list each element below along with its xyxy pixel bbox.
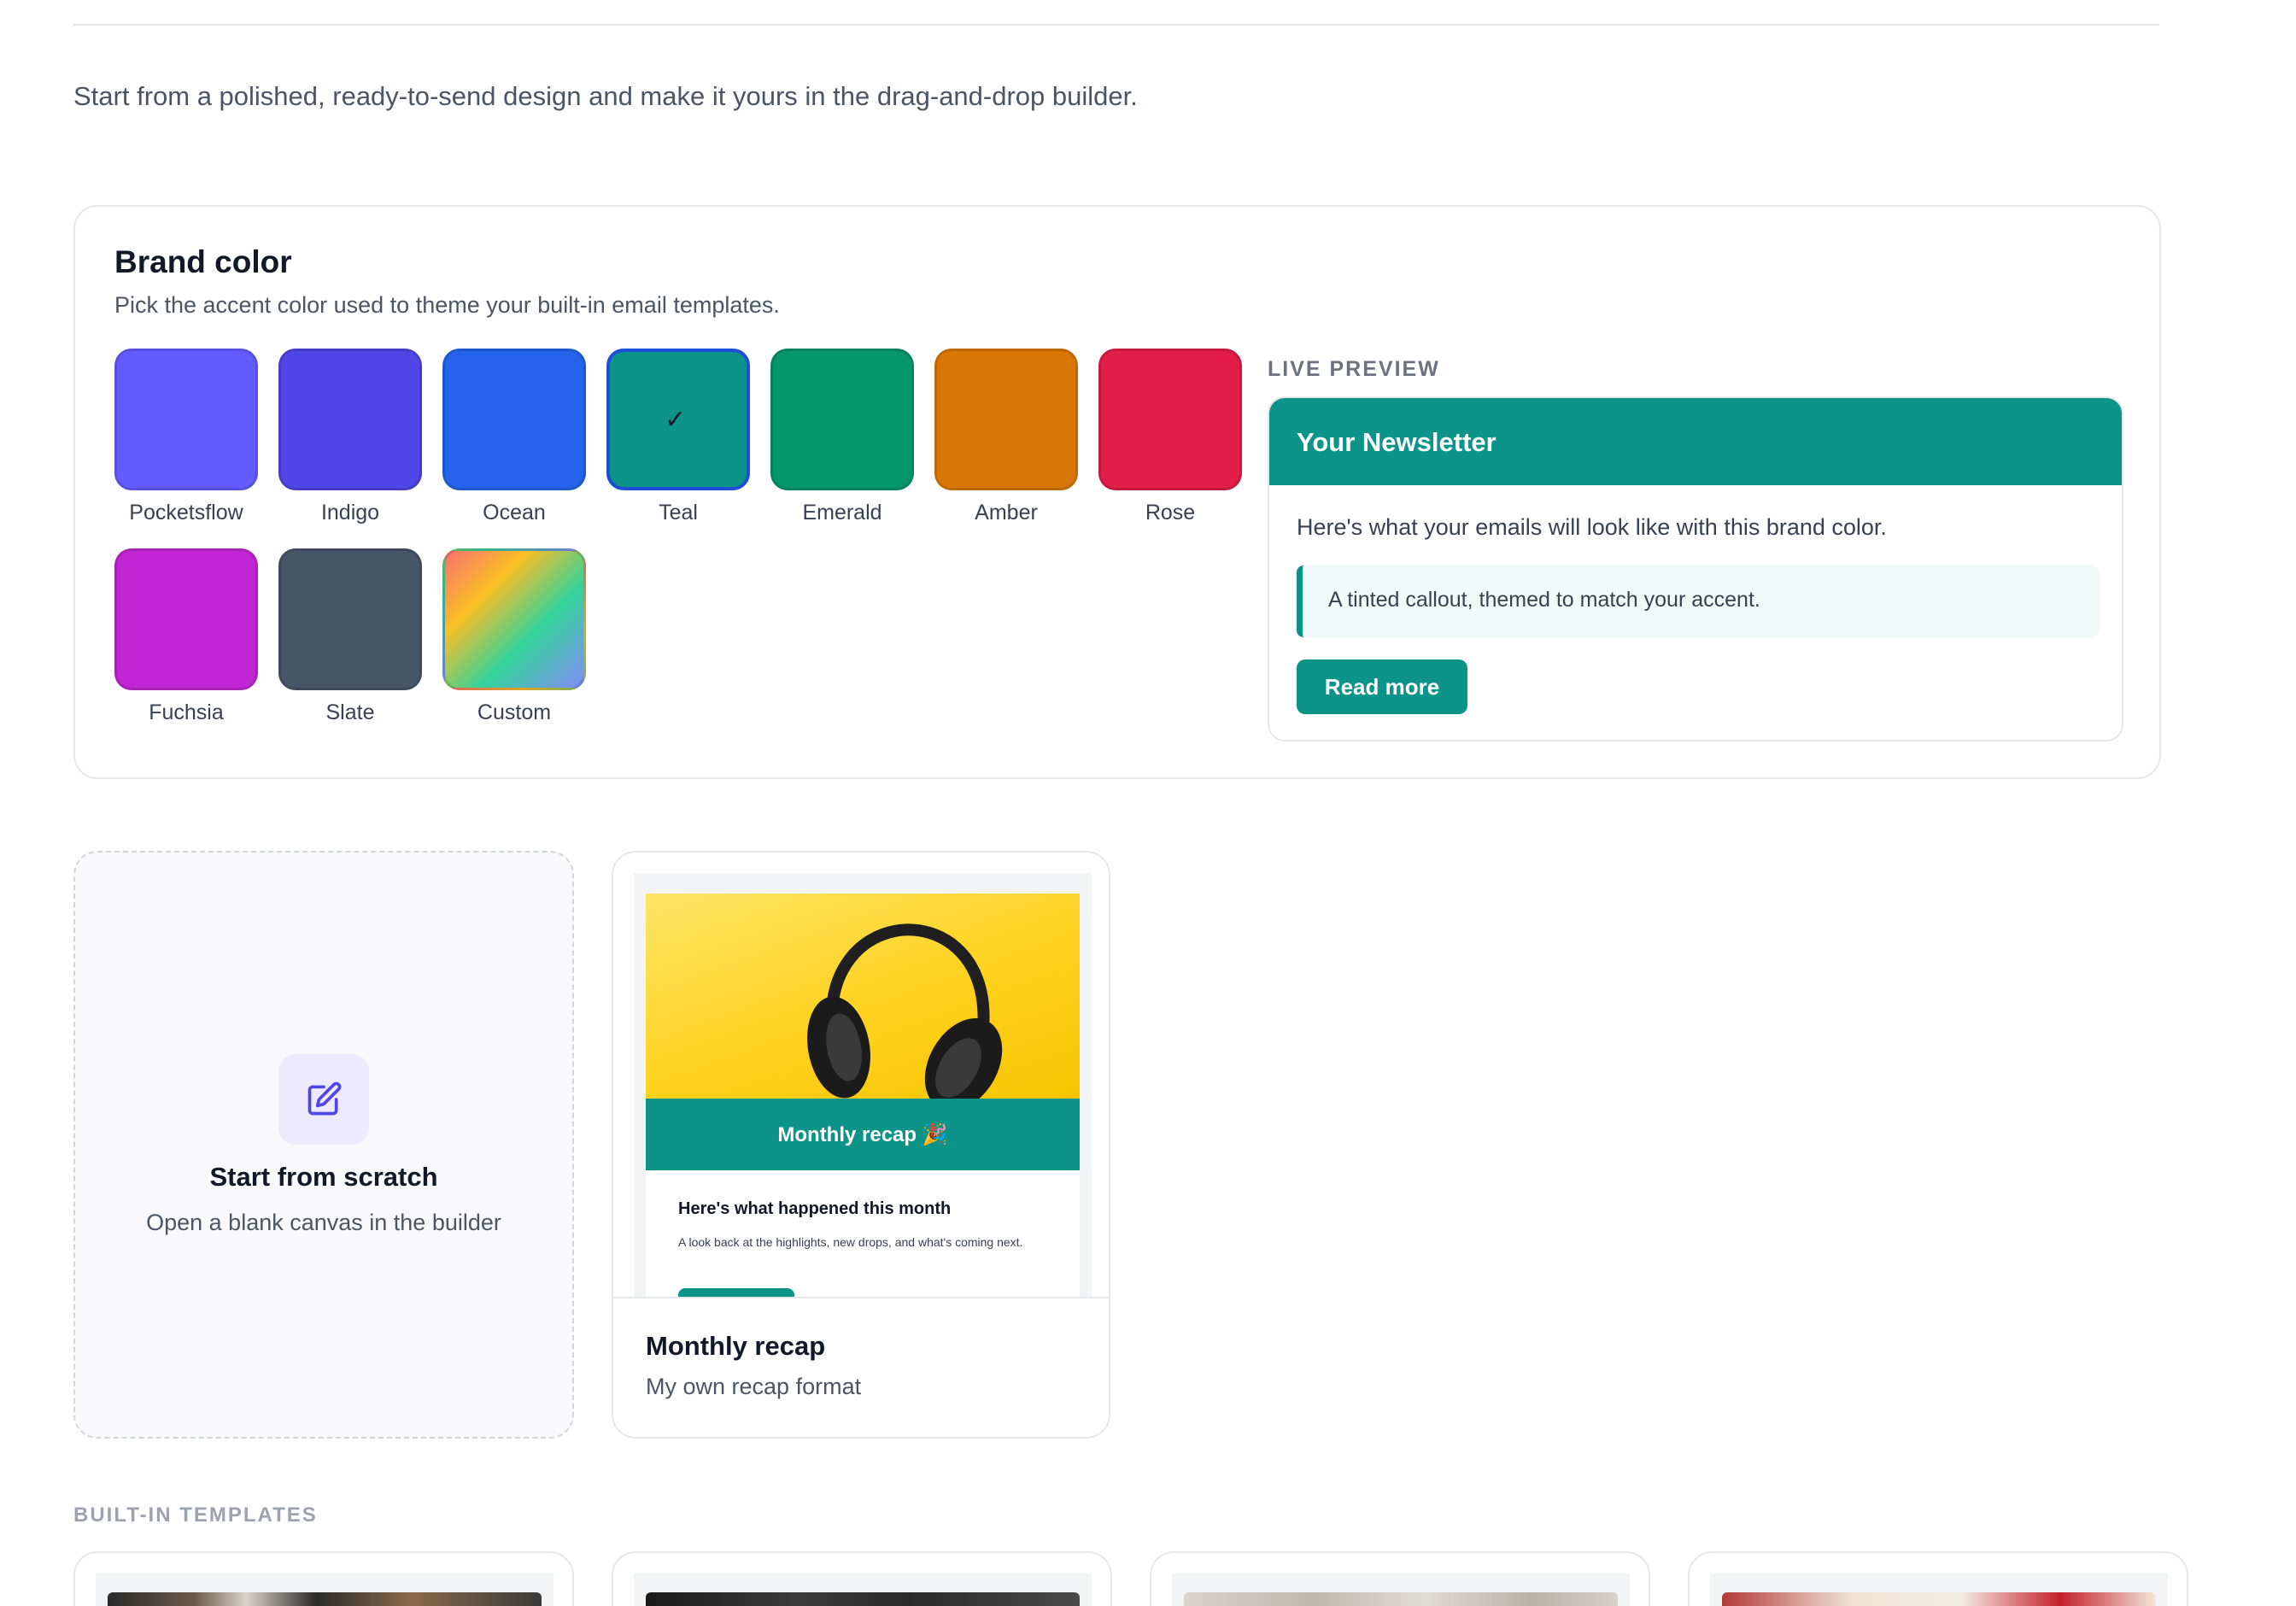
thumbnail-content: Here's what happened this month A look b… [646, 1170, 1080, 1297]
swatch-rose[interactable] [1098, 349, 1242, 490]
brand-color-subtitle: Pick the accent color used to theme your… [114, 292, 780, 318]
template-name: Monthly recap [646, 1331, 826, 1361]
swatch-teal[interactable]: ✓ [606, 349, 750, 490]
builtin-template-image [646, 1592, 1080, 1606]
template-subtitle: My own recap format [646, 1374, 862, 1399]
swatch-amber[interactable] [934, 349, 1078, 490]
builtin-template-thumbnail [96, 1574, 554, 1606]
swatch-label-fuchsia: Fuchsia [149, 700, 224, 724]
thumbnail-text: A look back at the highlights, new drops… [678, 1235, 1023, 1249]
check-icon: ✓ [665, 406, 687, 434]
swatch-slate[interactable] [278, 548, 422, 690]
swatch-emerald[interactable] [770, 349, 914, 490]
card-divider [613, 1297, 1109, 1298]
builtin-template-thumbnail [1172, 1574, 1630, 1606]
swatch-label-custom: Custom [477, 700, 552, 724]
swatch-label-slate: Slate [325, 700, 375, 724]
page-intro: Start from a polished, ready-to-send des… [73, 81, 1138, 111]
builtin-template-image [1722, 1592, 2156, 1606]
preview-header: Your Newsletter [1269, 398, 2122, 485]
builtin-template-thumbnail [1710, 1574, 2168, 1606]
builtin-template-thumbnail [634, 1574, 1092, 1606]
live-preview: Your Newsletter Here's what your emails … [1268, 396, 2123, 741]
swatch-label-rose: Rose [1145, 501, 1196, 525]
builtin-template-image [1184, 1592, 1618, 1606]
builtin-template-card[interactable] [73, 1551, 574, 1606]
template-thumbnail: Monthly recap 🎉 Here's what happened thi… [634, 873, 1092, 1297]
brand-color-card: Brand color Pick the accent color used t… [73, 205, 2161, 779]
swatch-label-ocean: Ocean [483, 501, 546, 525]
edit-icon [278, 1054, 369, 1145]
start-from-scratch-card[interactable]: Start from scratch Open a blank canvas i… [73, 851, 574, 1439]
builtin-template-image [108, 1592, 542, 1606]
swatch-label-indigo: Indigo [320, 501, 380, 525]
thumbnail-heading: Here's what happened this month [678, 1199, 952, 1218]
builtin-template-card[interactable] [1688, 1551, 2188, 1606]
template-card-monthly-recap[interactable]: Monthly recap 🎉 Here's what happened thi… [612, 851, 1110, 1439]
swatch-label-amber: Amber [975, 501, 1038, 525]
preview-body-text: Here's what your emails will look like w… [1297, 514, 1887, 540]
swatch-fuchsia[interactable] [114, 548, 258, 690]
scratch-title: Start from scratch [209, 1162, 438, 1192]
preview-callout: A tinted callout, themed to match your a… [1297, 566, 2100, 637]
brand-color-title: Brand color [114, 244, 292, 279]
swatch-label-teal: Teal [659, 501, 698, 525]
read-more-button[interactable]: Read more [1297, 659, 1467, 714]
swatch-pocketsflow[interactable] [114, 349, 258, 490]
swatch-ocean[interactable] [442, 349, 586, 490]
thumbnail-band-title: Monthly recap 🎉 [646, 1099, 1080, 1170]
swatch-label-emerald: Emerald [802, 501, 882, 525]
live-preview-label: LIVE PREVIEW [1268, 357, 1440, 381]
thumbnail-button [678, 1288, 794, 1297]
builtin-template-card[interactable] [1150, 1551, 1650, 1606]
built-in-templates-label: BUILT-IN TEMPLATES [73, 1503, 318, 1527]
swatch-label-pocketsflow: Pocketsflow [129, 501, 243, 525]
scratch-subtitle: Open a blank canvas in the builder [146, 1210, 501, 1235]
swatch-indigo[interactable] [278, 349, 422, 490]
swatch-custom[interactable] [442, 548, 586, 690]
builtin-template-card[interactable] [612, 1551, 1112, 1606]
top-divider [73, 24, 2159, 26]
headphones-image [646, 894, 1080, 1111]
